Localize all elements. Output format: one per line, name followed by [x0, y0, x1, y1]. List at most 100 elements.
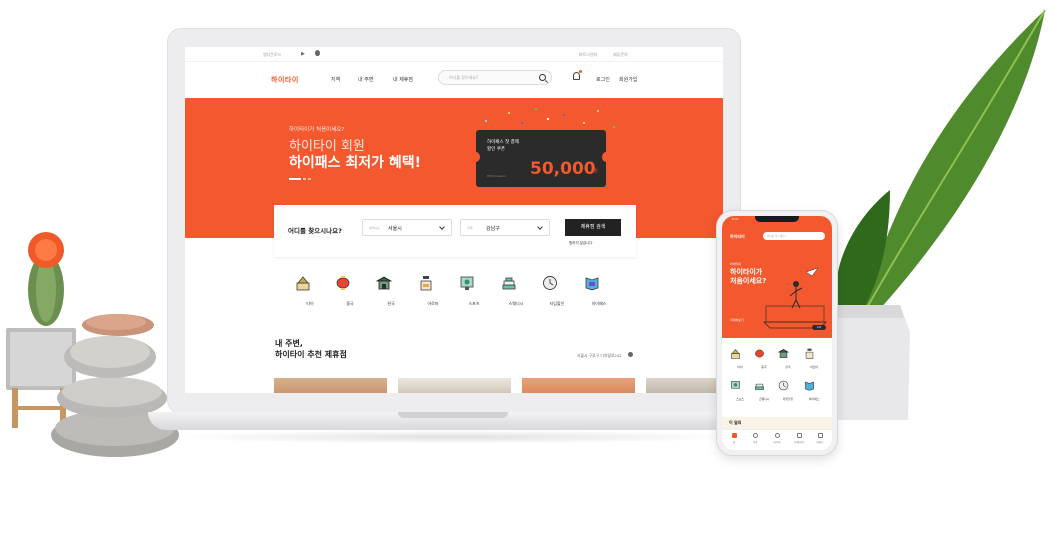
hero-pagination[interactable]	[289, 178, 311, 180]
phone-category-label: 스포츠	[736, 397, 744, 401]
more-icon	[817, 433, 823, 438]
login-link[interactable]: 로그인	[596, 76, 610, 83]
category-label: 스포츠	[468, 301, 480, 306]
district-select-label: 지역	[467, 226, 473, 230]
phone-search-placeholder: 어디를 찾으세요?	[767, 235, 786, 238]
store-search-button[interactable]: 제휴점 검색	[565, 219, 621, 236]
phone-category-hipass[interactable]: 하이패스	[804, 376, 824, 401]
phone-category-label: 아로마	[810, 365, 818, 369]
phone-hero-banner[interactable]: 9:41 하이타이 어디를 찾으세요? 하이타이 하이타이가 처음이세요? 자세…	[722, 216, 832, 338]
store-thumbnail[interactable]	[646, 378, 723, 393]
phone-category-label: 스웨디시	[758, 397, 770, 401]
category-label: 타이	[306, 301, 314, 306]
home-icon	[731, 433, 737, 438]
phone-tab-label: 내정보	[816, 441, 824, 444]
phone-tab-nearby[interactable]: 내주변	[768, 433, 786, 444]
phone-hero-line2: 처음이세요?	[730, 277, 767, 285]
search-placeholder: 어디를 찾으세요?	[449, 75, 479, 80]
location-gps-icon[interactable]	[628, 352, 633, 357]
phone-logo[interactable]: 하이타이	[730, 234, 745, 240]
store-search-card: 어디를 찾으시나요? 광역시도 서울시 지역 강남구 제휴점 검색 원하지 않습…	[274, 205, 636, 257]
region-select-label: 광역시도	[369, 226, 381, 230]
category-time-sale[interactable]: 타임할인	[542, 275, 572, 307]
korean-gate-icon	[375, 276, 393, 290]
coupon-unit: 원	[594, 168, 598, 173]
phone-category-sports[interactable]: 스포츠	[730, 376, 750, 401]
store-thumbnail[interactable]	[522, 378, 635, 393]
leaf-plant-decoration	[835, 9, 1046, 420]
search-input[interactable]: 어디를 찾으세요?	[438, 70, 552, 85]
phone-tab-region[interactable]: 지역	[746, 433, 764, 444]
phone-category-label: 타임할인	[782, 397, 794, 401]
coupon-line2: 할인 쿠폰	[487, 147, 505, 152]
partnership-inquiry-link[interactable]: 제휴문의	[613, 52, 628, 58]
phone-category-time-sale[interactable]: 타임할인	[778, 376, 798, 401]
sports-monitor-icon	[460, 276, 474, 290]
store-thumbnail[interactable]	[274, 378, 387, 393]
district-select-value: 강남구	[486, 226, 500, 232]
google-play-icon[interactable]: ▶	[301, 51, 305, 57]
category-sports[interactable]: 스포츠	[459, 275, 489, 307]
phone-category-swedish[interactable]: 스웨디시	[754, 376, 774, 401]
phone-tab-label: 내제휴점	[794, 441, 804, 444]
nav-item-my-partner[interactable]: 내 제휴점	[393, 76, 413, 83]
coupon-ticket[interactable]: 하이패스 첫 결제 할인 쿠폰 HiTAI Coupon 50,000 원	[472, 130, 610, 187]
category-swedish[interactable]: 스웨디시	[501, 275, 531, 307]
district-select[interactable]: 지역 강남구	[460, 219, 550, 236]
category-aroma[interactable]: 아로마	[418, 275, 448, 307]
hero-title-line2: 하이패스 최저가 혜택!	[289, 155, 422, 171]
category-korea[interactable]: 한국	[375, 275, 406, 307]
phone-category-korea[interactable]: 한국	[777, 344, 798, 369]
phone-category-label: 타이	[737, 365, 743, 369]
phone-tab-my-partner[interactable]: 내제휴점	[790, 433, 808, 444]
category-label: 타임할인	[549, 301, 565, 306]
lantern-icon	[755, 348, 764, 359]
phone-hero-more-link[interactable]: 자세히보기	[730, 318, 744, 322]
phone-category-label: 하이패스	[808, 397, 820, 401]
clock-icon	[543, 276, 557, 290]
apple-icon[interactable]	[315, 50, 320, 56]
category-label: 하이패스	[591, 301, 607, 306]
phone-hero-pager: 1/4	[812, 325, 826, 330]
phone-tab-label: 지역	[752, 441, 758, 444]
category-thai[interactable]: 타이	[295, 275, 325, 307]
sports-monitor-icon	[731, 381, 740, 389]
category-label: 한국	[387, 301, 395, 306]
coupon-line1: 하이패스 첫 결제	[487, 140, 519, 145]
partner-center-link[interactable]: 파트너센터	[579, 52, 597, 58]
target-icon	[774, 433, 780, 438]
category-label: 중국	[346, 301, 354, 306]
search-sub-link[interactable]: 원하지 않습니다	[569, 241, 593, 246]
app-download-link[interactable]: 앱다운로드	[263, 52, 281, 58]
phone-category-label: 중국	[761, 365, 767, 369]
phone-category-aroma[interactable]: 아로마	[804, 344, 824, 369]
store-thumbnail[interactable]	[398, 378, 511, 393]
nav-item-nearby[interactable]: 내 주변	[358, 76, 373, 83]
chevron-down-icon	[439, 224, 445, 230]
nav-item-region[interactable]: 지역	[331, 76, 340, 83]
location-link[interactable]: 서울시 구로구 디지털로242	[577, 353, 622, 359]
phone-notch	[755, 216, 799, 222]
top-strip: 앱다운로드 ▶ 파트너센터 제휴문의	[185, 47, 723, 61]
phone-tab-my-info[interactable]: 내정보	[811, 433, 829, 444]
bell-icon[interactable]	[573, 70, 582, 80]
thai-temple-icon	[731, 348, 740, 359]
phone-category-china[interactable]: 중국	[754, 344, 774, 369]
category-hipass[interactable]: 하이패스	[584, 275, 614, 307]
laptop-shadow	[170, 430, 740, 444]
category-china[interactable]: 중국	[335, 275, 365, 307]
chevron-down-icon	[537, 224, 543, 230]
region-select-value: 서울시	[388, 226, 402, 232]
phone-tab-home[interactable]: 홈	[725, 433, 743, 444]
phone-screen: 9:41 하이타이 어디를 찾으세요? 하이타이 하이타이가 처음이세요? 자세…	[722, 216, 832, 450]
phone-tab-label: 내주변	[773, 441, 781, 444]
site-logo[interactable]: 하이타이	[271, 75, 299, 85]
signup-link[interactable]: 회원가입	[619, 76, 637, 83]
hipass-book-icon	[585, 277, 599, 291]
towel-stack-icon	[755, 383, 764, 390]
phone-category-thai[interactable]: 타이	[730, 344, 750, 369]
phone-search-input[interactable]: 어디를 찾으세요?	[763, 232, 825, 240]
main-navbar: 하이타이 지역 내 주변 내 제휴점 어디를 찾으세요? 로그인 회원가입	[185, 61, 723, 95]
region-select[interactable]: 광역시도 서울시	[362, 219, 452, 236]
search-icon[interactable]	[539, 74, 546, 81]
